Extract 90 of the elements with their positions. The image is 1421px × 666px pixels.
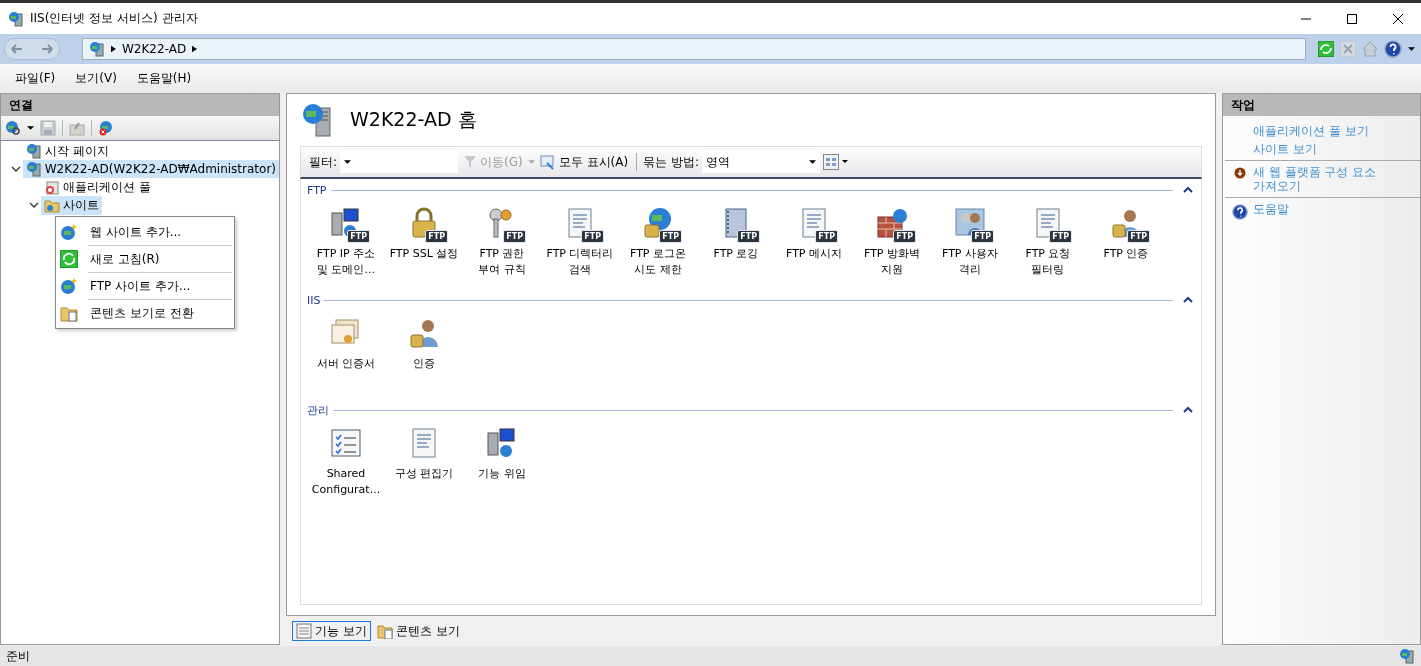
ftp-badge: FTP (971, 230, 994, 243)
person-icon (408, 317, 440, 349)
feature-item[interactable]: FTP FTP 방화벽 지원 (853, 207, 931, 289)
feature-item[interactable]: Shared Configurat... (307, 427, 385, 498)
dropdown-caret-icon[interactable] (1408, 47, 1415, 51)
tree-item[interactable]: 사이트 (41, 195, 102, 215)
disconnect-icon[interactable] (98, 120, 114, 136)
feature-item[interactable]: 구성 편집기 (385, 427, 463, 498)
group-by-label: 묶는 방법: (643, 153, 699, 171)
view-tab[interactable]: 기능 보기 (292, 621, 371, 641)
collapse-chevron-icon[interactable] (1183, 296, 1193, 304)
ftp-badge: FTP (1127, 230, 1150, 243)
ftp-badge: FTP (737, 230, 760, 243)
collapse-chevron-icon[interactable] (1183, 406, 1193, 414)
feature-item[interactable]: FTP FTP 인증 (1087, 207, 1165, 289)
ftp-badge: FTP (1049, 230, 1072, 243)
server-icon (486, 427, 518, 459)
ftp-badge: FTP (893, 230, 916, 243)
feature-item[interactable]: FTP FTP 로깅 (697, 207, 775, 289)
download-icon (1234, 167, 1246, 179)
menu-item[interactable]: 도움말(H) (136, 69, 192, 87)
refresh-icon[interactable] (1318, 41, 1334, 57)
server-globe-icon (89, 41, 105, 57)
folder-document-icon (376, 623, 393, 639)
funnel-icon (463, 155, 478, 169)
connect-globe-icon[interactable] (5, 120, 21, 136)
tree-item[interactable]: W2K22-AD(W2K22-AD₩Administrator) (22, 160, 279, 178)
server-globe-icon (26, 143, 42, 159)
feature-item[interactable]: FTP FTP 요청 필터링 (1009, 207, 1087, 289)
tree-item[interactable]: 애플리케이션 풀 (41, 177, 154, 197)
up-level-icon[interactable] (69, 120, 85, 136)
checklist-icon (330, 427, 362, 459)
feature-item[interactable]: 인증 (385, 317, 463, 399)
group-by-dropdown[interactable]: 영역 (701, 151, 820, 173)
refresh-icon (60, 250, 78, 268)
breadcrumb-arrow-icon (192, 45, 198, 53)
app-pool-icon (44, 179, 60, 195)
menu-item[interactable]: 보기(V) (75, 69, 117, 87)
folder-globe-icon (44, 197, 60, 213)
menu-item[interactable]: 파일(F) (15, 69, 56, 87)
ftp-badge: FTP (815, 230, 838, 243)
breadcrumb-arrow-icon (111, 45, 116, 53)
help-icon[interactable] (1384, 40, 1402, 58)
page-title: W2K22-AD 홈 (350, 107, 477, 132)
address-bar[interactable]: W2K22-AD (82, 38, 1306, 60)
server-globe-icon (25, 161, 42, 177)
context-menu-item[interactable]: 콘텐츠 보기로 전환 (56, 300, 234, 326)
panel-header: 작업 (1223, 94, 1420, 116)
ftp-badge: FTP (503, 230, 526, 243)
group-header: 관리 (307, 402, 329, 418)
folder-document-icon (60, 304, 78, 322)
show-all-icon (539, 154, 556, 170)
dropdown-caret-icon[interactable] (27, 126, 34, 130)
window-title: IIS(인터넷 정보 서비스) 관리자 (30, 10, 198, 27)
app-icon (8, 10, 24, 27)
context-menu-item[interactable]: FTP 사이트 추가... (56, 273, 234, 299)
feature-item[interactable]: FTP FTP 디렉터리 검색 (541, 207, 619, 289)
panel-header: 연결 (1, 94, 279, 116)
ftp-badge: FTP (581, 230, 604, 243)
ftp-badge: FTP (659, 230, 682, 243)
server-globe-icon (1399, 648, 1415, 664)
collapse-chevron-icon[interactable] (1183, 186, 1193, 194)
view-tab[interactable]: 콘텐츠 보기 (372, 621, 464, 641)
group-header: FTP (307, 183, 327, 197)
feature-item[interactable]: FTP FTP SSL 설정 (385, 207, 463, 289)
feature-item[interactable]: FTP FTP IP 주소 및 도메인... (307, 207, 385, 289)
filter-label: 필터: (309, 153, 338, 171)
help-icon (1232, 204, 1248, 220)
breadcrumb[interactable]: W2K22-AD (122, 42, 187, 56)
show-all-button[interactable]: 모두 표시(A) (537, 153, 631, 171)
tree-item[interactable]: 시작 페이지 (23, 141, 112, 161)
expand-toggle-icon[interactable] (29, 200, 39, 210)
filter-field[interactable] (340, 151, 459, 173)
feature-item[interactable]: 기능 위임 (463, 427, 541, 498)
status-text: 준비 (6, 647, 30, 665)
ftp-badge: FTP (347, 230, 370, 243)
feature-item[interactable]: FTP FTP 로그온 시도 제한 (619, 207, 697, 289)
feature-item[interactable]: FTP FTP 메시지 (775, 207, 853, 289)
dropdown-caret-icon (344, 160, 352, 164)
expand-toggle-icon[interactable] (10, 164, 21, 174)
context-menu-item[interactable]: 새로 고침(R) (56, 246, 234, 272)
feature-view-icon (296, 623, 312, 639)
group-header: IIS (307, 293, 321, 307)
dropdown-caret-icon (808, 160, 816, 164)
feature-item[interactable]: FTP FTP 권한 부여 규칙 (463, 207, 541, 289)
context-menu-item[interactable]: 웹 사이트 추가... (56, 219, 234, 245)
view-mode-icon[interactable] (822, 154, 849, 170)
feature-item[interactable]: FTP FTP 사용자 격리 (931, 207, 1009, 289)
ftp-badge: FTP (425, 230, 448, 243)
feature-item[interactable]: 서버 인증서 (307, 317, 385, 399)
